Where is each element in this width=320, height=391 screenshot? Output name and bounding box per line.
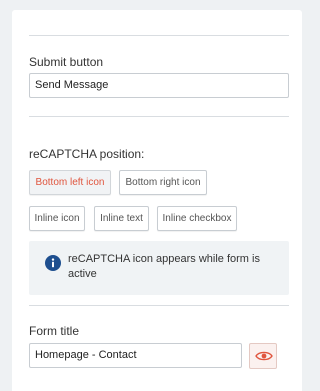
info-icon — [45, 255, 61, 271]
eye-icon — [255, 351, 273, 361]
submit-button-label: Submit button — [29, 55, 104, 69]
form-title-label: Form title — [29, 324, 80, 338]
option-inline-icon[interactable]: Inline icon — [29, 206, 85, 231]
settings-panel: Submit button Send Message reCAPTCHA pos… — [12, 10, 302, 391]
submit-button-text-input[interactable]: Send Message — [29, 73, 289, 98]
option-inline-checkbox[interactable]: Inline checkbox — [157, 206, 237, 231]
recaptcha-info-box: reCAPTCHA icon appears while form is act… — [29, 241, 289, 295]
option-inline-text[interactable]: Inline text — [94, 206, 149, 231]
option-bottom-right-icon[interactable]: Bottom right icon — [119, 170, 207, 195]
divider — [29, 305, 289, 306]
divider — [29, 116, 289, 117]
divider — [29, 35, 289, 36]
option-bottom-left-icon[interactable]: Bottom left icon — [29, 170, 111, 195]
form-title-visibility-toggle[interactable] — [249, 343, 277, 369]
recaptcha-position-label: reCAPTCHA position: — [29, 147, 145, 161]
form-title-input[interactable]: Homepage - Contact — [29, 343, 242, 368]
recaptcha-info-text: reCAPTCHA icon appears while form is act… — [68, 253, 260, 280]
